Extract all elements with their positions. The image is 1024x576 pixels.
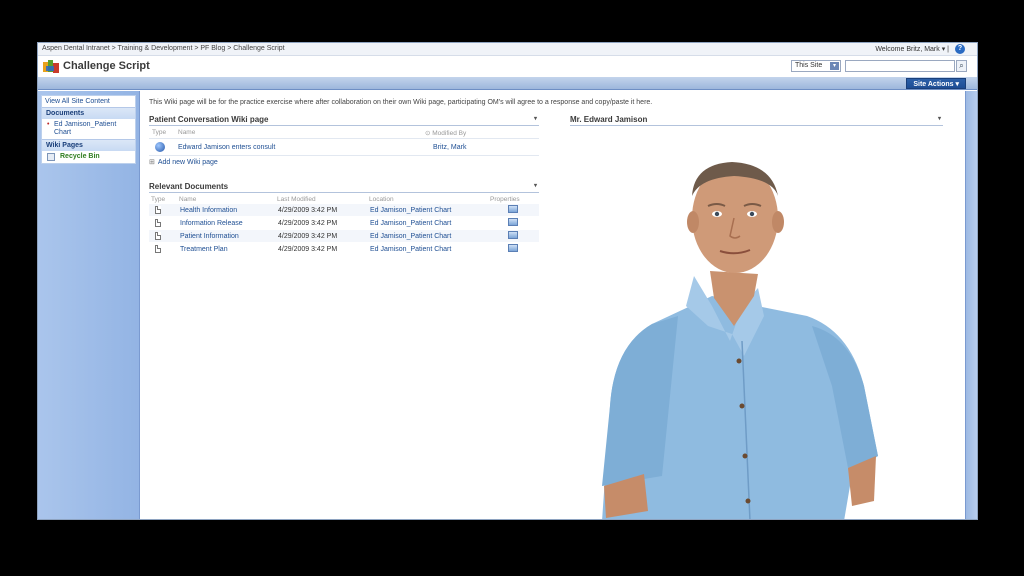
webpart-menu-icon[interactable]: ▾ (534, 182, 537, 189)
doc-location[interactable]: Ed Jamison_Patient Chart (370, 233, 451, 240)
plus-icon: ⊞ (149, 159, 155, 166)
header-divider (149, 138, 539, 139)
doc-modified: 4/29/2009 3:42 PM (278, 220, 338, 227)
doc-location[interactable]: Ed Jamison_Patient Chart (370, 220, 451, 227)
global-top-bar: Aspen Dental Intranet > Training & Devel… (38, 43, 977, 56)
row-divider (149, 155, 539, 156)
site-logo-icon (43, 60, 59, 73)
wiki-row-modified-by[interactable]: Britz, Mark (433, 144, 466, 151)
action-bar: Site Actions ▾ (38, 77, 977, 90)
doc-modified: 4/29/2009 3:42 PM (278, 246, 338, 253)
browser-page: Aspen Dental Intranet > Training & Devel… (37, 42, 978, 520)
nav-heading-wiki-pages[interactable]: Wiki Pages (42, 139, 135, 151)
breadcrumb[interactable]: Aspen Dental Intranet > Training & Devel… (42, 45, 285, 52)
properties-icon[interactable] (508, 205, 518, 213)
col-header-type: Type (151, 196, 166, 203)
docs-part-title: Relevant Documents ▾ (149, 182, 539, 193)
doc-location[interactable]: Ed Jamison_Patient Chart (370, 246, 451, 253)
page-scrollbar[interactable] (965, 91, 977, 519)
nav-heading-documents[interactable]: Documents (42, 107, 135, 119)
nav-item-patient-chart[interactable]: • Ed Jamison_Patient Chart (42, 119, 135, 139)
view-all-site-content-link[interactable]: View All Site Content (42, 96, 135, 107)
webpart-menu-icon[interactable]: ▾ (534, 115, 537, 122)
properties-icon[interactable] (508, 218, 518, 226)
welcome-menu[interactable]: Welcome Britz, Mark ▾ | (875, 45, 949, 53)
add-new-wiki-page-link[interactable]: ⊞ Add new Wiki page (149, 158, 218, 166)
nav-item-label: Ed Jamison_Patient Chart (54, 121, 117, 136)
col-header-name[interactable]: Name (178, 129, 195, 136)
search-input[interactable] (845, 60, 955, 72)
person-part-title: Mr. Edward Jamison ▾ (570, 115, 943, 126)
doc-name[interactable]: Patient Information (180, 233, 239, 240)
search-scope-value: This Site (795, 62, 823, 69)
doc-location[interactable]: Ed Jamison_Patient Chart (370, 207, 451, 214)
doc-name[interactable]: Information Release (180, 220, 243, 227)
add-new-wiki-page-label: Add new Wiki page (157, 159, 218, 166)
col-header-type: Type (152, 129, 167, 136)
doc-name[interactable]: Treatment Plan (180, 246, 228, 253)
col-header-last-modified[interactable]: Last Modified (277, 196, 316, 203)
properties-icon[interactable] (508, 244, 518, 252)
wiki-part-title: Patient Conversation Wiki page ▾ (149, 115, 539, 126)
document-icon (155, 232, 161, 240)
bullet-icon: • (47, 121, 50, 128)
chevron-down-icon: ▾ (830, 62, 839, 70)
wiki-part-title-text: Patient Conversation Wiki page (149, 115, 269, 124)
intro-text: This Wiki page will be for the practice … (149, 99, 653, 106)
webpart-menu-icon[interactable]: ▾ (938, 115, 941, 122)
site-actions-button[interactable]: Site Actions ▾ (906, 78, 966, 89)
site-title-row: Challenge Script This Site ▾ ⌕ (38, 56, 977, 77)
docs-part-title-text: Relevant Documents (149, 182, 229, 191)
col-header-properties: Properties (490, 196, 520, 203)
recycle-bin-label: Recycle Bin (60, 153, 100, 160)
quick-launch-nav: View All Site Content Documents • Ed Jam… (38, 91, 140, 519)
person-part-title-text: Mr. Edward Jamison (570, 115, 648, 124)
doc-name[interactable]: Health Information (180, 207, 237, 214)
wiki-row-name[interactable]: Edward Jamison enters consult (178, 144, 275, 151)
search-scope-select[interactable]: This Site ▾ (791, 60, 841, 72)
page-title: Challenge Script (63, 60, 150, 72)
document-icon (155, 245, 161, 253)
main-content: This Wiki page will be for the practice … (141, 91, 967, 519)
quick-launch-panel: View All Site Content Documents • Ed Jam… (41, 95, 136, 164)
document-icon (155, 206, 161, 214)
recycle-bin-link[interactable]: Recycle Bin (42, 151, 135, 163)
wiki-page-icon (155, 142, 165, 152)
recycle-bin-icon (47, 153, 55, 161)
col-header-name[interactable]: Name (179, 196, 196, 203)
search-icon[interactable]: ⌕ (956, 60, 967, 72)
patient-photo (602, 162, 878, 519)
properties-icon[interactable] (508, 231, 518, 239)
doc-modified: 4/29/2009 3:42 PM (278, 233, 338, 240)
doc-modified: 4/29/2009 3:42 PM (278, 207, 338, 214)
col-header-modified-by[interactable]: ⊙ Modified By (425, 129, 466, 137)
col-header-location[interactable]: Location (369, 196, 394, 203)
document-icon (155, 219, 161, 227)
help-icon[interactable]: ? (955, 44, 965, 54)
